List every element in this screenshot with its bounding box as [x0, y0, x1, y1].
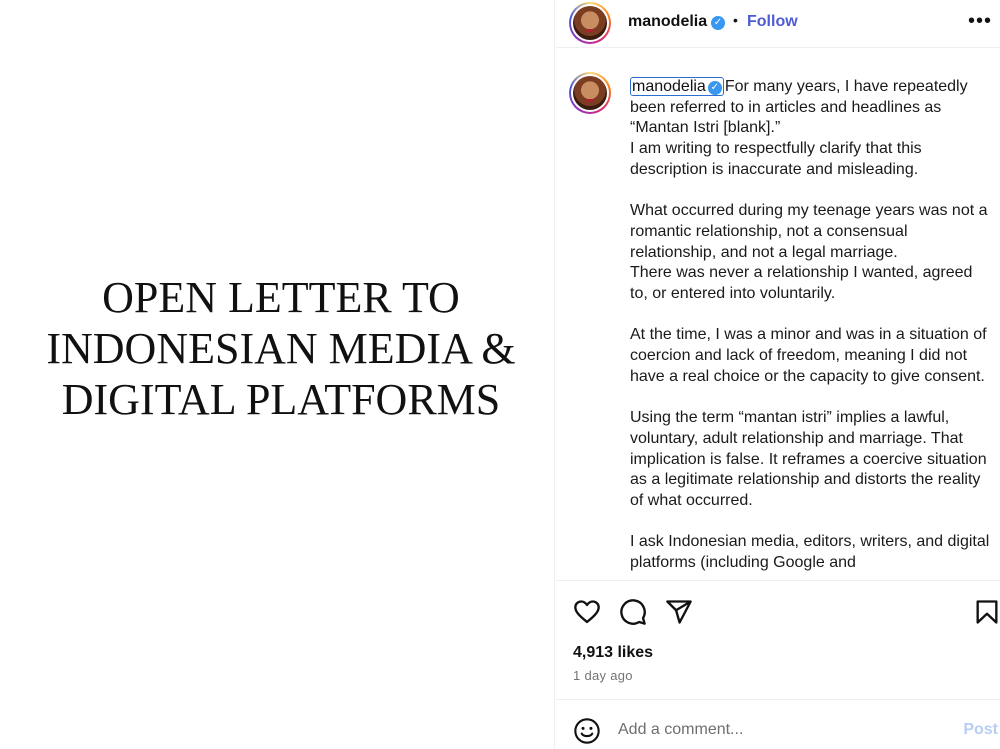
heart-icon[interactable]	[573, 598, 601, 626]
comment-bar: Post	[556, 699, 1000, 749]
smiley-icon[interactable]	[573, 717, 601, 745]
caption-text: manodelia ✓ For many years, I have repeate…	[630, 77, 990, 574]
caption-p3: At the time, I was a minor and was in a …	[630, 326, 987, 385]
avatar[interactable]	[569, 2, 611, 44]
caption-p5: I ask Indonesian media, editors, writers…	[630, 533, 990, 572]
caption-avatar[interactable]	[569, 72, 611, 114]
title-line-2: INDONESIAN MEDIA &	[46, 324, 516, 373]
more-options-icon[interactable]: •••	[968, 10, 992, 33]
caption-p4: Using the term “mantan istri” implies a …	[630, 409, 987, 510]
open-letter-title: OPEN LETTER TO INDONESIAN MEDIA & DIGITA…	[7, 272, 547, 425]
caption-p2-line1: What occurred during my teenage years wa…	[630, 202, 988, 261]
follow-button[interactable]: Follow	[747, 13, 798, 31]
comment-input[interactable]	[618, 718, 938, 742]
verified-badge-icon: ✓	[707, 81, 722, 95]
bookmark-icon[interactable]	[973, 598, 1000, 626]
caption-p1-line2: I am writing to respectfully clarify tha…	[630, 140, 922, 178]
post-header: manodelia ✓ • Follow •••	[556, 0, 1000, 48]
title-line-3: DIGITAL PLATFORMS	[61, 375, 501, 424]
action-bar	[556, 594, 1000, 628]
caption-p2-line2: There was never a relationship I wanted,…	[630, 264, 973, 303]
paper-plane-icon[interactable]	[665, 598, 693, 626]
header-username[interactable]: manodelia	[628, 13, 707, 31]
verified-badge-icon: ✓	[711, 16, 725, 30]
post-comment-button[interactable]: Post	[963, 721, 998, 739]
post-side-panel: manodelia ✓ • Follow ••• manodelia ✓ For m…	[556, 0, 1000, 749]
comment-icon[interactable]	[619, 598, 647, 626]
likes-count[interactable]: 4,913 likes	[573, 644, 653, 662]
caption-scroll-area[interactable]: manodelia ✓ For many years, I have repeate…	[556, 59, 1000, 581]
post-image[interactable]: OPEN LETTER TO INDONESIAN MEDIA & DIGITA…	[0, 0, 555, 749]
title-line-1: OPEN LETTER TO	[102, 273, 460, 322]
post-timestamp[interactable]: 1 day ago	[573, 668, 633, 683]
separator-dot: •	[733, 12, 738, 28]
caption-username-link[interactable]: manodelia ✓	[630, 77, 724, 96]
